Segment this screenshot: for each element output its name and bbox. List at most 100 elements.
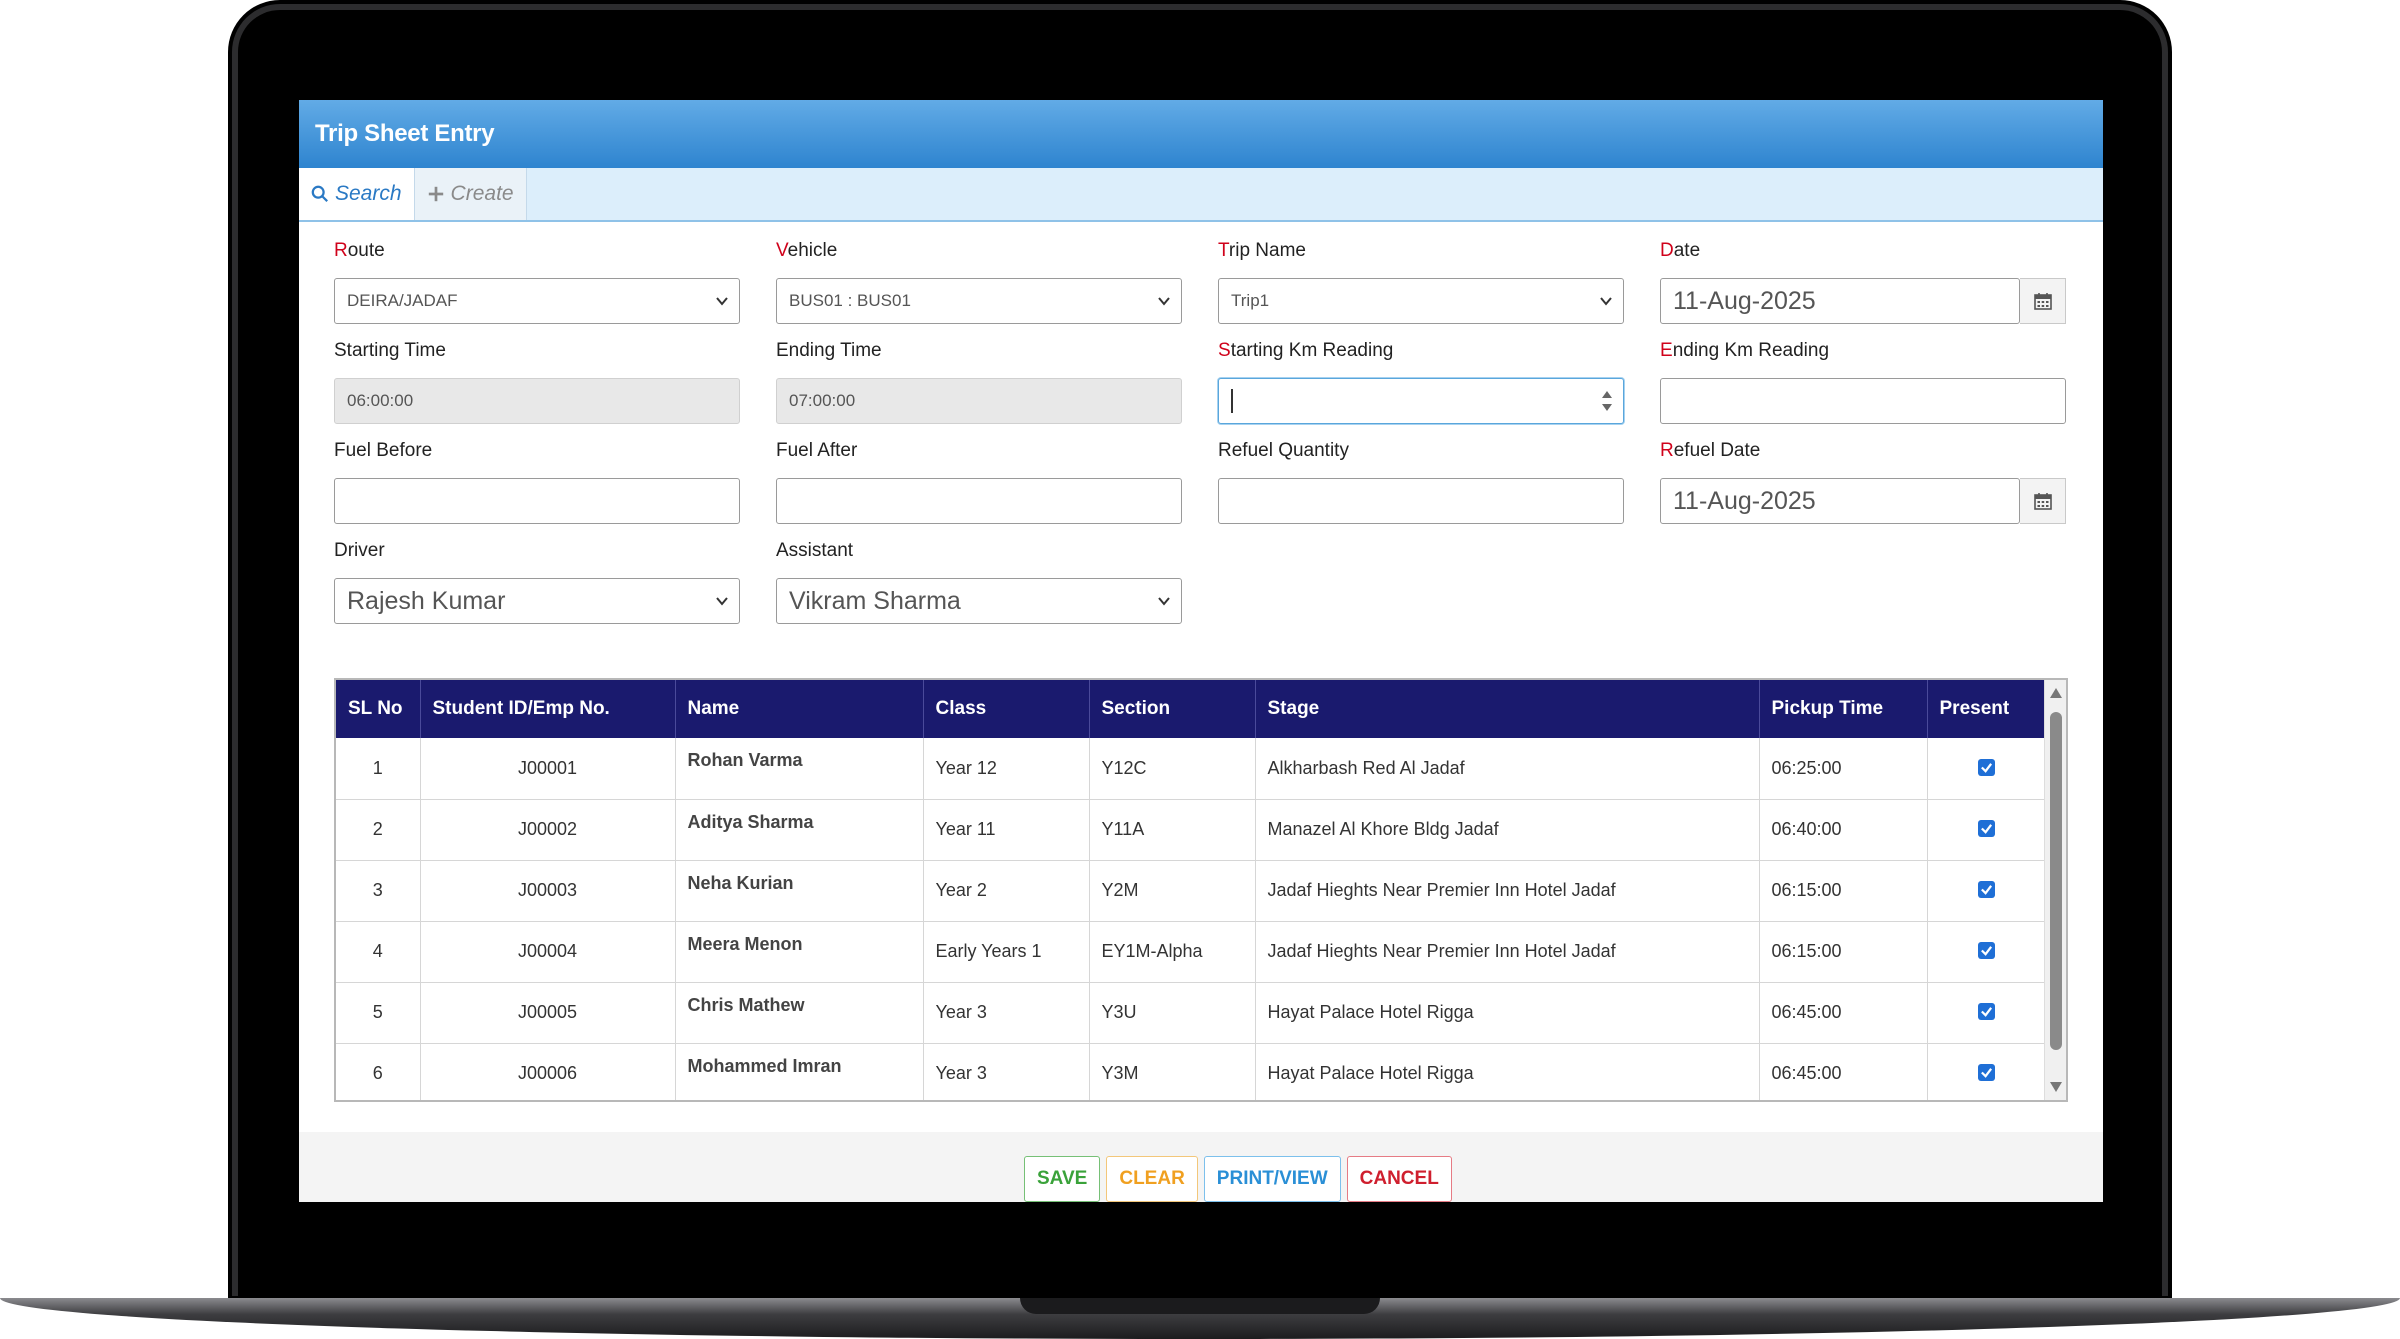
trip-name-value: Trip1 bbox=[1231, 291, 1270, 310]
student-id-cell: J00006 bbox=[420, 1043, 676, 1100]
spinner-arrows-icon[interactable] bbox=[1601, 387, 1613, 415]
chevron-down-icon bbox=[1158, 597, 1170, 606]
pickup-time-cell: 06:45:00 bbox=[1759, 1043, 1928, 1100]
scroll-thumb[interactable] bbox=[2050, 712, 2062, 1050]
starting-km-label: tarting Km Reading bbox=[1230, 340, 1394, 361]
checkmark-icon bbox=[1981, 885, 1993, 895]
trip-name-select[interactable]: Trip1 bbox=[1218, 278, 1624, 324]
stage-cell: Hayat Palace Hotel Rigga bbox=[1255, 982, 1760, 1044]
checkmark-icon bbox=[1981, 824, 1993, 834]
assistant-field: Assistant Vikram Sharma bbox=[776, 540, 1182, 624]
assistant-label: Assistant bbox=[776, 540, 854, 561]
ending-km-field: Ending Km Reading bbox=[1660, 340, 2066, 424]
student-id-cell: J00002 bbox=[420, 799, 676, 861]
route-label: oute bbox=[347, 240, 385, 261]
save-button[interactable]: SAVE bbox=[1024, 1156, 1101, 1202]
refuel-date-label: efuel Date bbox=[1673, 440, 1761, 461]
ending-time-label: Ending Time bbox=[776, 340, 882, 361]
ending-time-value: 07:00:00 bbox=[789, 391, 856, 410]
ending-km-input[interactable] bbox=[1660, 378, 2066, 424]
present-checkbox[interactable] bbox=[1978, 1064, 1995, 1081]
ending-time-input: 07:00:00 bbox=[776, 378, 1182, 424]
fuel-before-input[interactable] bbox=[334, 478, 740, 524]
calendar-icon bbox=[2033, 293, 2052, 310]
table-row[interactable]: 1 J00001 Rohan Varma Year 12 Y12C Alkharbash … bbox=[336, 738, 2047, 800]
vehicle-select[interactable]: BUS01 : BUS01 bbox=[776, 278, 1182, 324]
name-cell: Rohan Varma bbox=[675, 738, 924, 800]
table-scrollbar[interactable] bbox=[2044, 680, 2066, 1100]
required-mark: T bbox=[1218, 240, 1229, 261]
student-id-cell: J00003 bbox=[420, 860, 676, 922]
tab-search-label: Search bbox=[335, 182, 402, 205]
chevron-down-icon bbox=[1600, 297, 1612, 306]
driver-field: Driver Rajesh Kumar bbox=[334, 540, 740, 624]
driver-select[interactable]: Rajesh Kumar bbox=[334, 578, 740, 624]
driver-value: Rajesh Kumar bbox=[347, 586, 506, 615]
stage-cell: Hayat Palace Hotel Rigga bbox=[1255, 1043, 1760, 1100]
class-cell: Year 11 bbox=[923, 799, 1090, 861]
tab-search[interactable]: Search bbox=[299, 168, 415, 220]
table-row[interactable]: 4 J00004 Meera Menon Early Years 1 EY1M-Alph… bbox=[336, 921, 2047, 983]
assistant-value: Vikram Sharma bbox=[789, 586, 961, 615]
fuel-after-input[interactable] bbox=[776, 478, 1182, 524]
pickup-time-cell: 06:15:00 bbox=[1759, 921, 1928, 983]
name-cell: Chris Mathew bbox=[675, 982, 924, 1044]
sl-cell: 6 bbox=[336, 1043, 421, 1100]
refuel-date-calendar-button[interactable] bbox=[2020, 478, 2066, 524]
refuel-date-input[interactable]: 11-Aug-2025 bbox=[1660, 478, 2020, 524]
assistant-select[interactable]: Vikram Sharma bbox=[776, 578, 1182, 624]
table-row[interactable]: 2 J00002 Aditya Sharma Year 11 Y11A Manazel A… bbox=[336, 799, 2047, 861]
present-cell bbox=[1927, 921, 2047, 983]
trip-name-field: Trip Name Trip1 bbox=[1218, 240, 1624, 324]
fuel-after-field: Fuel After bbox=[776, 440, 1182, 524]
tab-bar: Search Create bbox=[299, 168, 2103, 222]
plus-icon bbox=[428, 186, 443, 202]
date-label: ate bbox=[1673, 240, 1701, 261]
cancel-button[interactable]: CANCEL bbox=[1346, 1156, 1452, 1202]
checkmark-icon bbox=[1981, 762, 1993, 773]
date-calendar-button[interactable] bbox=[2020, 278, 2066, 324]
present-checkbox[interactable] bbox=[1978, 942, 1995, 959]
print-view-button[interactable]: PRINT/VIEW bbox=[1203, 1156, 1341, 1202]
present-checkbox[interactable] bbox=[1978, 758, 1995, 776]
table-row[interactable]: 5 J00005 Chris Mathew Year 3 Y3U Hayat Palace… bbox=[336, 982, 2047, 1044]
checkmark-icon bbox=[1981, 1007, 1993, 1017]
starting-km-input[interactable] bbox=[1218, 378, 1624, 424]
refuel-quantity-input[interactable] bbox=[1218, 478, 1624, 524]
student-id-cell: J00001 bbox=[420, 738, 676, 800]
required-mark: D bbox=[1660, 240, 1674, 261]
present-checkbox[interactable] bbox=[1978, 881, 1995, 898]
present-checkbox[interactable] bbox=[1978, 820, 1995, 837]
section-cell: Y12C bbox=[1089, 738, 1256, 800]
checkmark-icon bbox=[1981, 946, 1993, 956]
starting-time-label: Starting Time bbox=[334, 340, 446, 361]
chevron-down-icon bbox=[716, 297, 728, 306]
class-cell: Year 3 bbox=[923, 982, 1090, 1044]
date-input[interactable]: 11-Aug-2025 bbox=[1660, 278, 2020, 324]
chevron-down-icon bbox=[716, 597, 728, 606]
driver-label: Driver bbox=[334, 540, 385, 561]
route-field: Route DEIRA/JADAF bbox=[334, 240, 740, 324]
section-cell: Y3M bbox=[1089, 1043, 1256, 1100]
app-screen: Trip Sheet Entry Search Create Route DEI… bbox=[299, 100, 2103, 1202]
students-table: SL No Student ID/Emp No. Name Class Sect… bbox=[334, 678, 2068, 1102]
present-checkbox[interactable] bbox=[1978, 1003, 1995, 1020]
table-row[interactable]: 3 J00003 Neha Kurian Year 2 Y2M Jadaf Hieghts… bbox=[336, 860, 2047, 922]
fuel-after-label: Fuel After bbox=[776, 440, 858, 461]
tab-create[interactable]: Create bbox=[414, 168, 527, 220]
scroll-down-arrow-icon[interactable] bbox=[2048, 1080, 2064, 1094]
column-header: Pickup Time bbox=[1759, 680, 1928, 738]
vehicle-field: Vehicle BUS01 : BUS01 bbox=[776, 240, 1182, 324]
column-header: Name bbox=[675, 680, 924, 738]
route-select[interactable]: DEIRA/JADAF bbox=[334, 278, 740, 324]
scroll-up-arrow-icon[interactable] bbox=[2048, 686, 2064, 700]
table-row[interactable]: 6 J00006 Mohammed Imran Year 3 Y3M Hayat Pala… bbox=[336, 1043, 2047, 1100]
sl-cell: 5 bbox=[336, 982, 421, 1044]
fuel-before-label: Fuel Before bbox=[334, 440, 433, 461]
page-title: Trip Sheet Entry bbox=[299, 100, 2103, 168]
clear-button[interactable]: CLEAR bbox=[1106, 1156, 1198, 1202]
required-mark: S bbox=[1218, 340, 1231, 361]
stage-cell: Jadaf Hieghts Near Premier Inn Hotel Jad… bbox=[1255, 921, 1760, 983]
laptop-notch bbox=[1020, 1298, 1380, 1314]
fuel-before-field: Fuel Before bbox=[334, 440, 740, 524]
